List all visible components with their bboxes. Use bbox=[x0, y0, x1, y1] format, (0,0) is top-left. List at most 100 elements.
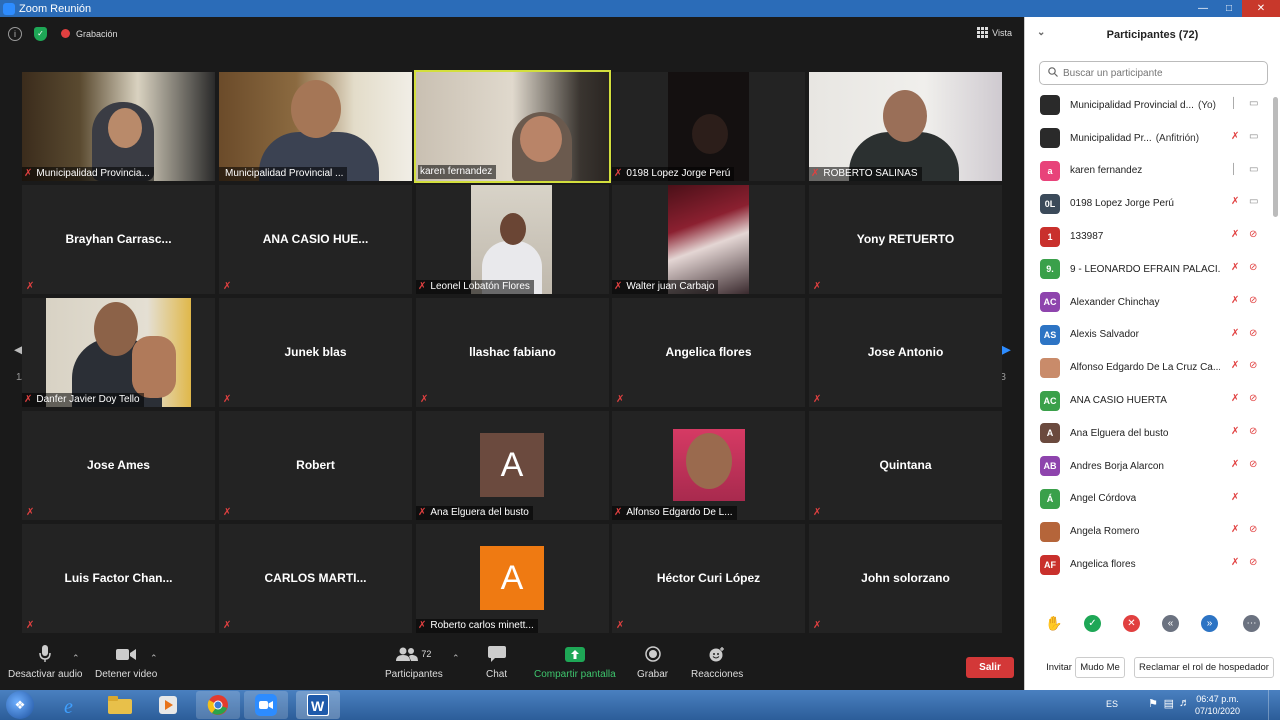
mute-all-button[interactable]: Mudo Me bbox=[1075, 657, 1125, 678]
name-tile[interactable]: Jose Ames ✗ bbox=[22, 411, 215, 520]
taskbar-clock[interactable]: 06:47 p.m. 07/10/2020 bbox=[1195, 693, 1240, 717]
muted-mic-icon[interactable]: ✗ bbox=[1231, 492, 1239, 503]
muted-mic-icon[interactable]: ✗ bbox=[1231, 426, 1239, 437]
muted-mic-icon[interactable]: ✗ bbox=[1231, 459, 1239, 470]
participant-row[interactable]: 1 133987 ✗ ⊘ bbox=[1025, 220, 1271, 253]
yes-check-icon[interactable]: ✓ bbox=[1084, 615, 1101, 632]
video-off-icon[interactable]: ⊘ bbox=[1249, 262, 1257, 273]
muted-mic-icon[interactable]: ✗ bbox=[1231, 196, 1239, 207]
stop-video-button[interactable]: Detener video bbox=[95, 645, 157, 680]
video-tile[interactable]: ✗ Municipalidad Provincia... bbox=[22, 72, 215, 181]
microphone-icon[interactable]: │ bbox=[1231, 164, 1237, 175]
no-cross-icon[interactable]: ✕ bbox=[1123, 615, 1140, 632]
tray-flag-icon[interactable]: ⚑ bbox=[1148, 697, 1158, 710]
name-tile[interactable]: Robert ✗ bbox=[219, 411, 412, 520]
video-off-icon[interactable]: ⊘ bbox=[1249, 328, 1257, 339]
participant-row[interactable]: a karen fernandez │ ▭ bbox=[1025, 155, 1271, 188]
muted-mic-icon[interactable]: ✗ bbox=[1231, 262, 1239, 273]
name-tile[interactable]: John solorzano ✗ bbox=[809, 524, 1002, 633]
name-tile[interactable]: Brayhan Carrasc... ✗ bbox=[22, 185, 215, 294]
video-camera-icon[interactable]: ▭ bbox=[1249, 196, 1258, 207]
view-button[interactable]: Vista bbox=[977, 27, 1012, 38]
invite-button[interactable]: Invitar bbox=[1043, 657, 1075, 678]
participant-row[interactable]: 0L 0198 Lopez Jorge Perú ✗ ▭ bbox=[1025, 187, 1271, 220]
more-icon[interactable]: ⋯ bbox=[1243, 615, 1260, 632]
name-tile[interactable]: Yony RETUERTO ✗ bbox=[809, 185, 1002, 294]
language-indicator[interactable]: ES bbox=[1106, 699, 1118, 709]
participants-options-caret-icon[interactable]: ⌃ bbox=[452, 653, 460, 664]
video-off-icon[interactable]: ⊘ bbox=[1249, 557, 1257, 568]
reclaim-host-button[interactable]: Reclamar el rol de hospedador bbox=[1134, 657, 1274, 678]
collapse-chevron-down-icon[interactable]: ⌄ bbox=[1037, 27, 1045, 38]
participant-row[interactable]: Municipalidad Pr... (Anfitrión) ✗ ▭ bbox=[1025, 122, 1271, 155]
participants-button[interactable]: 72 Participantes bbox=[385, 645, 443, 680]
participant-row[interactable]: AF Angelica flores ✗ ⊘ bbox=[1025, 548, 1271, 581]
participant-row[interactable]: Municipalidad Provincial d... (Yo) │ ▭ bbox=[1025, 89, 1271, 122]
muted-mic-icon[interactable]: ✗ bbox=[1231, 393, 1239, 404]
go-faster-icon[interactable]: » bbox=[1201, 615, 1218, 632]
microphone-icon[interactable]: │ bbox=[1231, 98, 1237, 109]
audio-options-caret-icon[interactable]: ⌃ bbox=[72, 653, 80, 664]
show-desktop-button[interactable] bbox=[1268, 690, 1280, 720]
muted-mic-icon[interactable]: ✗ bbox=[1231, 295, 1239, 306]
video-camera-icon[interactable]: ▭ bbox=[1249, 131, 1258, 142]
video-tile[interactable]: ✗ Walter juan Carbajo bbox=[612, 185, 805, 294]
participant-row[interactable]: Angela Romero ✗ ⊘ bbox=[1025, 515, 1271, 548]
internet-explorer-icon[interactable]: e bbox=[50, 691, 94, 719]
volume-icon[interactable]: ♬ bbox=[1179, 697, 1190, 709]
name-tile[interactable]: Héctor Curi López ✗ bbox=[612, 524, 805, 633]
participant-row[interactable]: Alfonso Edgardo De La Cruz Ca... ✗ ⊘ bbox=[1025, 351, 1271, 384]
avatar-tile[interactable]: A ✗ Roberto carlos minett... bbox=[416, 524, 609, 633]
video-tile-active-speaker[interactable]: karen fernandez bbox=[414, 70, 611, 183]
participant-row[interactable]: 9. 9 - LEONARDO EFRAIN PALACI... ✗ ⊘ bbox=[1025, 253, 1271, 286]
muted-mic-icon[interactable]: ✗ bbox=[1231, 328, 1239, 339]
video-tile[interactable]: ✗ Alfonso Edgardo De L... bbox=[612, 411, 805, 520]
video-tile[interactable]: ✗ Danfer Javier Doy Tello bbox=[22, 298, 215, 407]
raise-hand-icon[interactable]: ✋ bbox=[1045, 615, 1062, 632]
close-window-button[interactable]: ✕ bbox=[1242, 0, 1280, 17]
participant-row[interactable]: AS Alexis Salvador ✗ ⊘ bbox=[1025, 319, 1271, 352]
participant-search[interactable] bbox=[1039, 61, 1268, 85]
reactions-button[interactable]: Reacciones bbox=[691, 645, 743, 680]
video-tile[interactable]: ✗ ROBERTO SALINAS bbox=[809, 72, 1002, 181]
participant-row[interactable]: A Ana Elguera del busto ✗ ⊘ bbox=[1025, 417, 1271, 450]
shield-icon[interactable]: ✓ bbox=[34, 26, 47, 41]
media-player-icon[interactable] bbox=[146, 691, 190, 719]
info-icon[interactable]: i bbox=[8, 26, 22, 41]
zoom-taskbar-icon[interactable] bbox=[244, 691, 288, 719]
name-tile[interactable]: ANA CASIO HUE... ✗ bbox=[219, 185, 412, 294]
go-slower-icon[interactable]: « bbox=[1162, 615, 1179, 632]
video-options-caret-icon[interactable]: ⌃ bbox=[150, 653, 158, 664]
muted-mic-icon[interactable]: ✗ bbox=[1231, 360, 1239, 371]
name-tile[interactable]: Junek blas ✗ bbox=[219, 298, 412, 407]
video-tile[interactable]: Municipalidad Provincial ... bbox=[219, 72, 412, 181]
name-tile[interactable]: Luis Factor Chan... ✗ bbox=[22, 524, 215, 633]
leave-meeting-button[interactable]: Salir bbox=[966, 657, 1014, 678]
chat-button[interactable]: Chat bbox=[486, 645, 507, 680]
minimize-button[interactable]: — bbox=[1190, 0, 1216, 17]
name-tile[interactable]: Quintana ✗ bbox=[809, 411, 1002, 520]
participant-row[interactable]: AB Andres Borja Alarcon ✗ ⊘ bbox=[1025, 450, 1271, 483]
name-tile[interactable]: Jose Antonio ✗ bbox=[809, 298, 1002, 407]
name-tile[interactable]: llashac fabiano ✗ bbox=[416, 298, 609, 407]
video-off-icon[interactable]: ⊘ bbox=[1249, 295, 1257, 306]
participant-list-scrollbar[interactable] bbox=[1273, 97, 1278, 217]
muted-mic-icon[interactable]: ✗ bbox=[1231, 524, 1239, 535]
muted-mic-icon[interactable]: ✗ bbox=[1231, 557, 1239, 568]
windows-start-button[interactable]: ❖ bbox=[6, 691, 34, 719]
participant-row[interactable]: AC Alexander Chinchay ✗ ⊘ bbox=[1025, 286, 1271, 319]
muted-mic-icon[interactable]: ✗ bbox=[1231, 229, 1239, 240]
network-icon[interactable]: ▤ bbox=[1164, 697, 1174, 710]
name-tile[interactable]: Angelica flores ✗ bbox=[612, 298, 805, 407]
video-off-icon[interactable]: ⊘ bbox=[1249, 360, 1257, 371]
record-button[interactable]: Grabar bbox=[637, 645, 668, 680]
video-off-icon[interactable]: ⊘ bbox=[1249, 393, 1257, 404]
participant-row[interactable]: AC ANA CASIO HUERTA ✗ ⊘ bbox=[1025, 384, 1271, 417]
participant-row[interactable]: Á Ángel Córdova ✗ bbox=[1025, 483, 1271, 516]
video-off-icon[interactable]: ⊘ bbox=[1249, 524, 1257, 535]
share-screen-button[interactable]: Compartir pantalla bbox=[534, 645, 616, 680]
maximize-button[interactable]: □ bbox=[1216, 0, 1242, 17]
video-off-icon[interactable]: ⊘ bbox=[1249, 459, 1257, 470]
video-off-icon[interactable]: ⊘ bbox=[1249, 229, 1257, 240]
video-camera-icon[interactable]: ▭ bbox=[1249, 164, 1258, 175]
